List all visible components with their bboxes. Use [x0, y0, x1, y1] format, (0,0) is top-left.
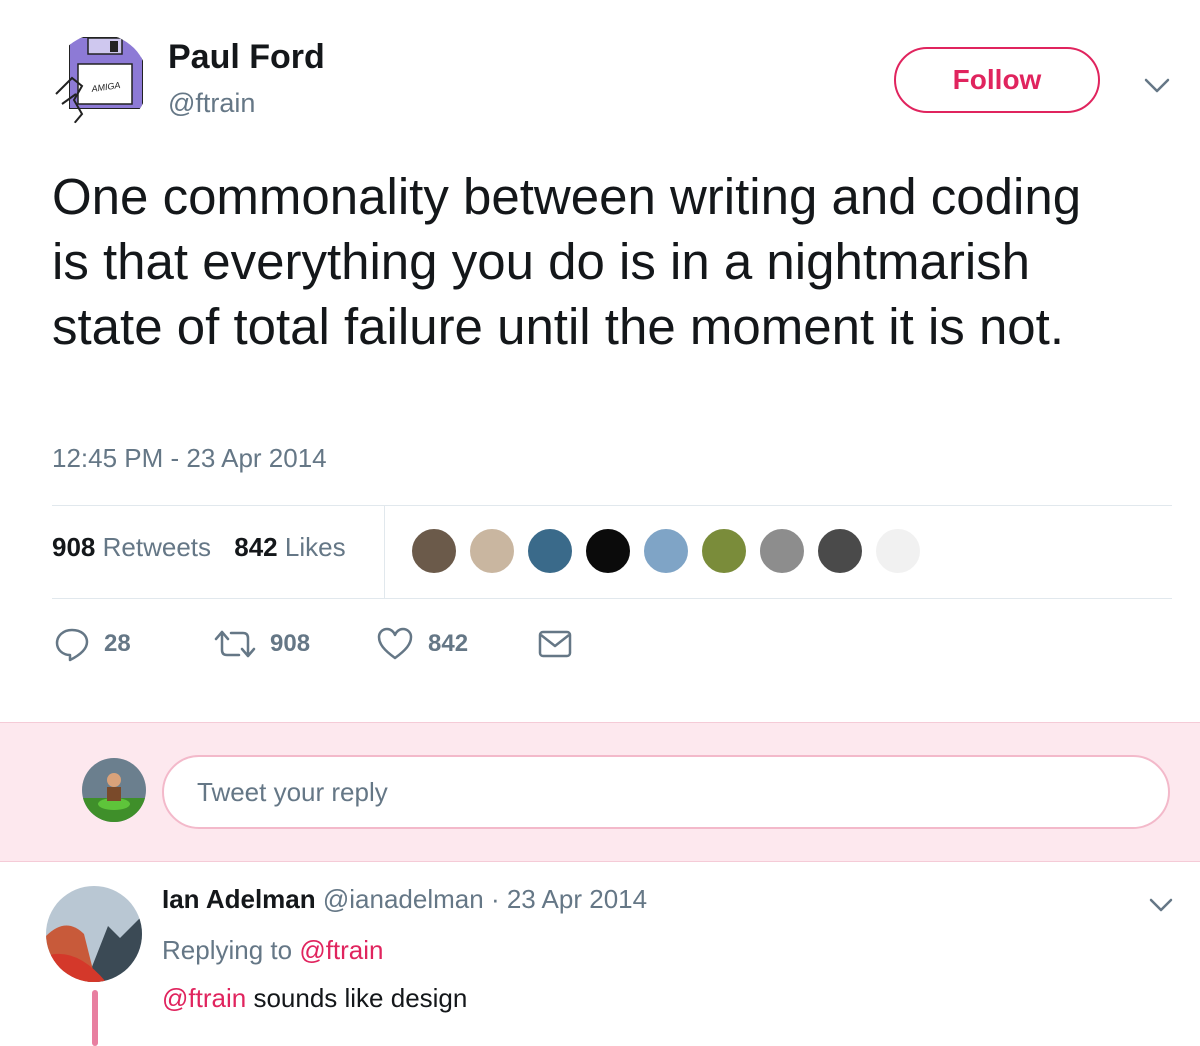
reply-count: 28	[104, 630, 131, 657]
reply-author-handle[interactable]: @ianadelman	[323, 884, 484, 914]
chevron-down-icon[interactable]	[1140, 70, 1174, 100]
likes-label: Likes	[284, 532, 346, 562]
reply-author-avatar[interactable]	[46, 886, 142, 982]
follow-button[interactable]: Follow	[894, 47, 1100, 113]
retweets-label: Retweets	[102, 532, 212, 562]
direct-message-action[interactable]	[538, 624, 586, 664]
author-name[interactable]: Paul Ford	[168, 38, 325, 77]
chevron-down-icon[interactable]	[1146, 892, 1176, 918]
liker-avatar-9[interactable]	[874, 527, 922, 575]
liker-avatar-3[interactable]	[526, 527, 574, 575]
mention-link[interactable]: @ftrain	[162, 983, 246, 1013]
liker-avatar-7[interactable]	[758, 527, 806, 575]
reply-text: @ftrain sounds like design	[162, 983, 467, 1014]
likes-stat[interactable]: 842 Likes	[234, 532, 345, 562]
current-user-avatar[interactable]	[82, 758, 146, 822]
replying-to-handle[interactable]: @ftrain	[299, 935, 383, 965]
reply-input[interactable]	[162, 755, 1170, 829]
reply-action[interactable]: 28	[54, 624, 131, 664]
thread-line	[92, 990, 98, 1046]
reply-author-name[interactable]: Ian Adelman	[162, 884, 316, 914]
liker-avatar-1[interactable]	[410, 527, 458, 575]
liker-avatar-4[interactable]	[584, 527, 632, 575]
retweets-stat[interactable]: 908 Retweets	[52, 532, 211, 562]
divider	[52, 505, 1172, 506]
like-count: 842	[428, 630, 469, 657]
retweet-icon	[214, 630, 256, 658]
reply-date[interactable]: 23 Apr 2014	[507, 884, 647, 914]
divider	[52, 598, 1172, 599]
reply-icon	[55, 628, 89, 662]
replying-to-label: Replying to	[162, 935, 293, 965]
retweet-count: 908	[270, 630, 311, 657]
likes-count: 842	[234, 532, 278, 562]
tweet-timestamp[interactable]: 12:45 PM - 23 Apr 2014	[52, 443, 327, 474]
reply-header: Ian Adelman @ianadelman · 23 Apr 2014	[162, 884, 647, 915]
stats-divider	[384, 506, 385, 599]
tweet-stats: 908 Retweets 842 Likes	[52, 532, 346, 563]
reply-body: sounds like design	[253, 983, 468, 1013]
tweet-text: One commonality between writing and codi…	[52, 168, 1082, 355]
like-action[interactable]: 842	[376, 624, 468, 664]
reply-separator: ·	[490, 884, 500, 914]
liker-avatar-2[interactable]	[468, 527, 516, 575]
retweets-count: 908	[52, 532, 96, 562]
replying-to: Replying to @ftrain	[162, 935, 384, 966]
liker-avatar-5[interactable]	[642, 527, 690, 575]
author-avatar[interactable]: AMIGA	[52, 34, 148, 130]
envelope-icon	[538, 630, 572, 658]
heart-icon	[377, 627, 413, 660]
amiga-floppy-disk-icon: AMIGA	[55, 37, 143, 127]
liker-avatar-8[interactable]	[816, 527, 864, 575]
liker-avatar-6[interactable]	[700, 527, 748, 575]
author-handle[interactable]: @ftrain	[168, 88, 255, 119]
retweet-action[interactable]: 908	[214, 624, 310, 664]
